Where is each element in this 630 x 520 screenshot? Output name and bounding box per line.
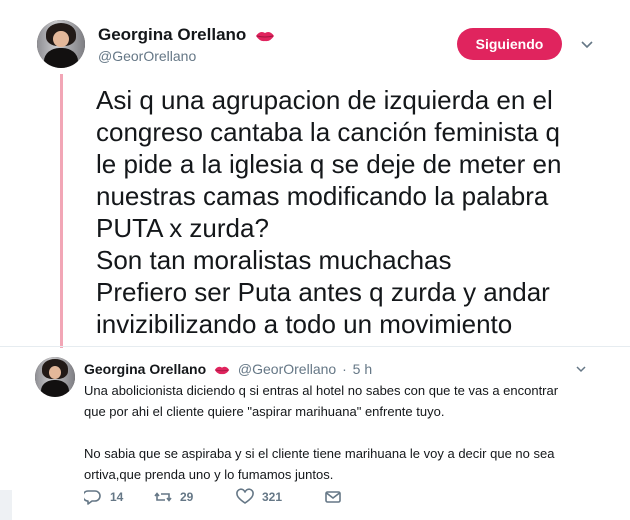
retweet-button[interactable]: 29 (154, 488, 236, 506)
direct-message-icon (325, 491, 341, 503)
tweet-line: Prefiero ser Puta antes q zurda y andar (96, 277, 550, 307)
tweet-text: Asi q una agrupacion de izquierda en el … (96, 84, 616, 340)
tweet-line: congreso cantaba la canción feminista q (96, 117, 560, 147)
tweet-line: Asi q una agrupacion de izquierda en el (96, 85, 553, 115)
tweet-line: Son tan moralistas muchachas (96, 245, 452, 275)
chevron-down-icon[interactable] (580, 37, 594, 51)
thread-line (60, 74, 63, 348)
reply-button[interactable]: 14 (84, 488, 154, 506)
like-icon (236, 488, 254, 504)
direct-message-button[interactable] (324, 488, 342, 506)
author-name[interactable]: Georgina Orellano (98, 25, 246, 44)
avatar[interactable] (35, 357, 75, 397)
retweet-count: 29 (180, 490, 194, 504)
author-name-row[interactable]: Georgina Orellano (98, 25, 275, 45)
scroll-edge (0, 490, 12, 520)
author-name[interactable]: Georgina Orellano (84, 361, 206, 377)
retweet-icon (154, 492, 172, 502)
author-handle[interactable]: @GeorOrellano (238, 361, 336, 377)
tweet-line: invizibilizando a todo un movimiento (96, 309, 513, 339)
timestamp[interactable]: 5 h (353, 361, 372, 377)
reply-line: Una abolicionista diciendo q si entras a… (84, 383, 559, 398)
following-button[interactable]: Siguiendo (457, 28, 562, 60)
main-tweet: Georgina Orellano @GeorOrellano Siguiend… (0, 0, 630, 348)
chevron-down-icon[interactable] (575, 363, 587, 375)
author-handle[interactable]: @GeorOrellano (98, 48, 196, 64)
like-button[interactable]: 321 (236, 488, 324, 506)
tweet-line: nuestras camas modificando la palabra (96, 181, 549, 211)
reply-count: 14 (110, 490, 124, 504)
tweet-actions: 14 29 321 (84, 485, 342, 509)
avatar[interactable] (37, 20, 85, 68)
reply-icon (84, 490, 101, 505)
reply-tweet[interactable]: Georgina Orellano @GeorOrellano · 5 h Un… (0, 347, 630, 520)
lips-emoji-icon (214, 367, 230, 375)
lips-emoji-icon (256, 31, 275, 41)
tweet-line: PUTA x zurda? (96, 213, 269, 243)
reply-line: que por ahi el cliente quiere "aspirar m… (84, 404, 445, 419)
reply-text: Una abolicionista diciendo q si entras a… (84, 380, 624, 485)
reply-line: ortiva,que prenda uno y lo fumamos junto… (84, 467, 334, 482)
reply-header: Georgina Orellano @GeorOrellano · 5 h (84, 361, 372, 377)
reply-line: No sabia que se aspiraba y si el cliente… (84, 446, 555, 461)
like-count: 321 (262, 490, 283, 504)
tweet-line: le pide a la iglesia q se deje de meter … (96, 149, 562, 179)
separator: · (342, 361, 347, 377)
